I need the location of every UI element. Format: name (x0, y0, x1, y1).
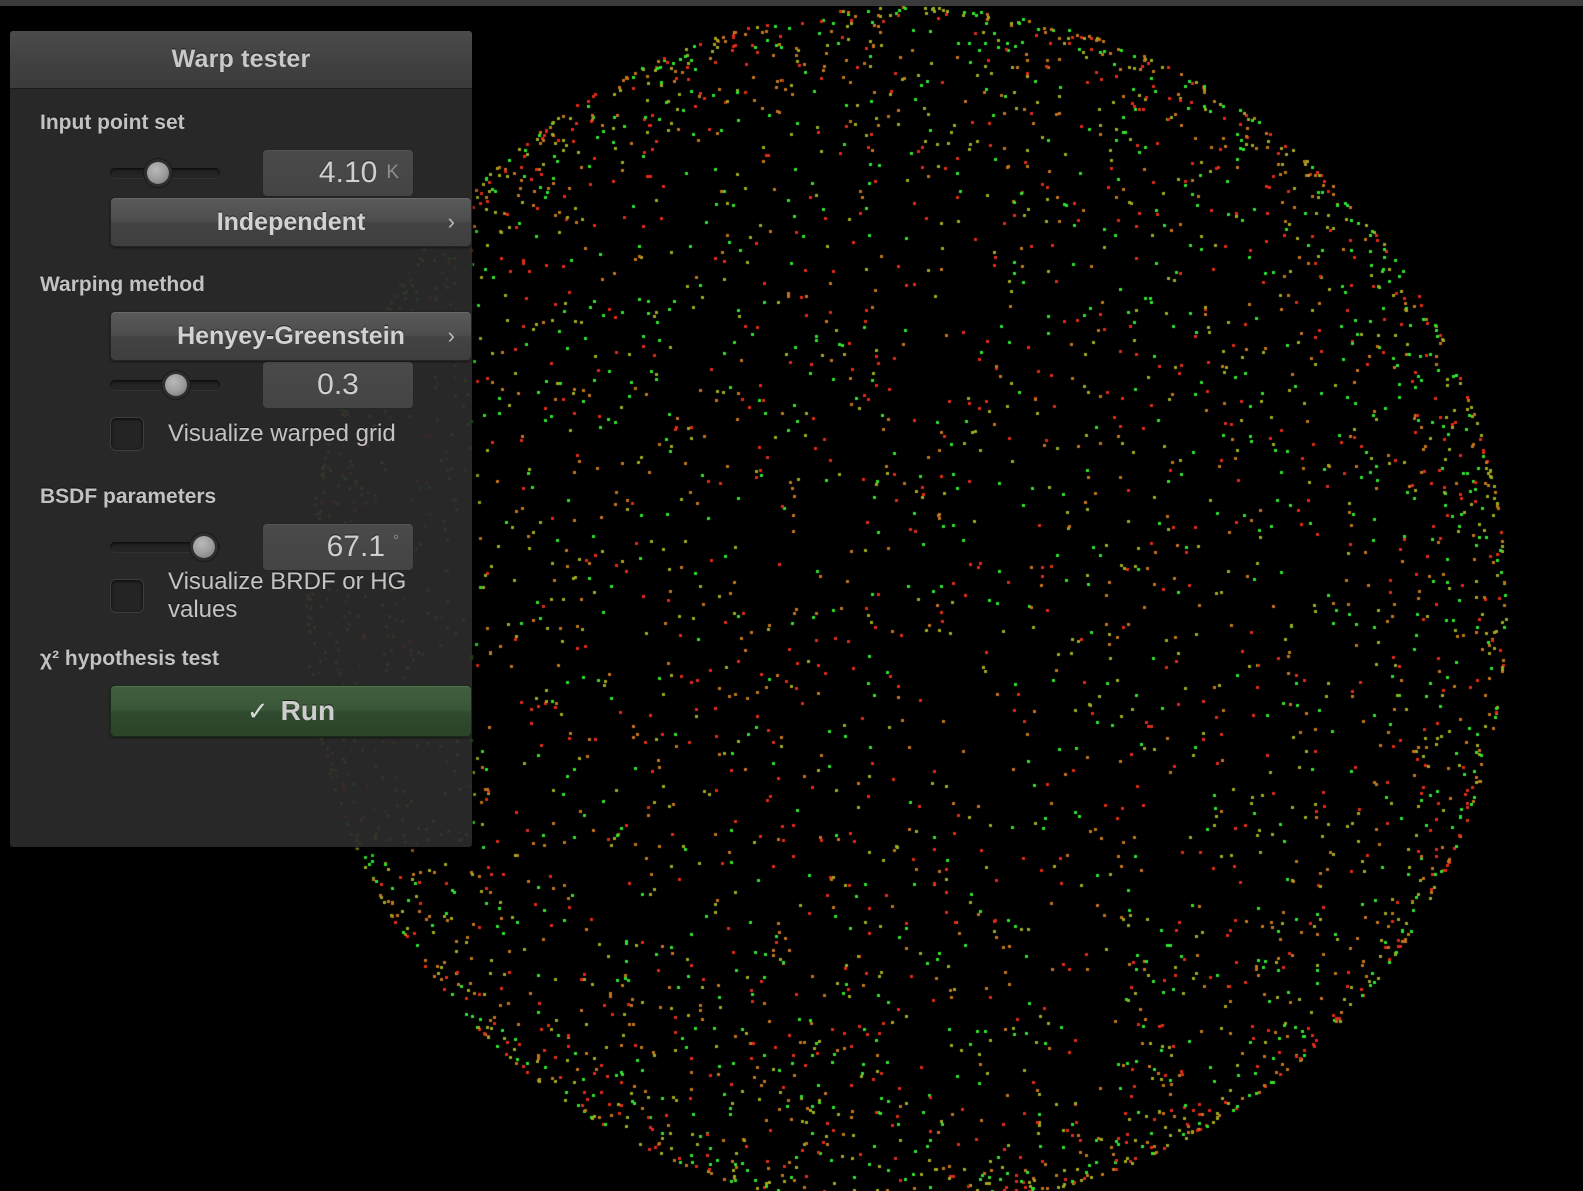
section-label-chi-squared-test: χ² hypothesis test (40, 647, 219, 670)
app-window: Warp tester Input point set 4.10 K Indep… (0, 0, 1583, 1191)
chevron-right-icon: › (447, 323, 455, 348)
warping-parameter-row: 0.3 (40, 361, 442, 409)
point-count-number: 4.10 (318, 156, 378, 189)
g-parameter-slider[interactable] (110, 374, 220, 396)
point-count-unit: K (386, 162, 399, 183)
sampler-dropdown-label: Independent (216, 207, 366, 236)
bsdf-angle-value[interactable]: 67.1 ° (262, 523, 414, 571)
warping-method-dropdown-label: Henyey-Greenstein (177, 321, 405, 350)
visualize-brdf-row[interactable]: Visualize BRDF or HG values (110, 568, 442, 623)
slider-knob[interactable] (192, 536, 215, 558)
visualize-warped-grid-checkbox[interactable] (110, 417, 144, 451)
panel-body: Input point set 4.10 K Independent › War… (10, 89, 472, 737)
visualize-brdf-label: Visualize BRDF or HG values (168, 568, 407, 623)
degree-symbol-icon: ° (393, 531, 399, 549)
run-button[interactable]: ✓ Run (110, 685, 472, 737)
g-parameter-number: 0.3 (317, 368, 359, 401)
slider-knob[interactable] (147, 162, 170, 184)
visualize-warped-grid-row[interactable]: Visualize warped grid (110, 409, 442, 459)
section-label-warping-method: Warping method (40, 273, 205, 296)
point-count-slider[interactable] (110, 162, 220, 184)
input-point-set-row: 4.10 K (40, 149, 442, 197)
slider-knob[interactable] (165, 374, 187, 396)
bsdf-angle-number: 67.1 (326, 530, 385, 563)
warping-method-dropdown[interactable]: Henyey-Greenstein › (110, 311, 472, 361)
bsdf-angle-row: 67.1 ° (40, 523, 442, 571)
panel-title: Warp tester (171, 45, 311, 73)
point-count-value[interactable]: 4.10 K (262, 149, 414, 197)
check-icon: ✓ (246, 695, 269, 726)
chevron-right-icon: › (447, 209, 455, 234)
sampler-dropdown[interactable]: Independent › (110, 197, 472, 247)
visualize-warped-grid-label: Visualize warped grid (168, 420, 396, 447)
g-parameter-value[interactable]: 0.3 (262, 361, 414, 409)
visualize-brdf-checkbox[interactable] (110, 579, 144, 613)
panel-header: Warp tester (10, 31, 472, 89)
warp-tester-panel: Warp tester Input point set 4.10 K Indep… (10, 31, 472, 847)
section-label-input-point-set: Input point set (40, 111, 185, 134)
section-label-bsdf-parameters: BSDF parameters (40, 485, 217, 508)
bsdf-angle-slider[interactable] (110, 536, 220, 558)
run-button-label: Run (280, 695, 336, 726)
